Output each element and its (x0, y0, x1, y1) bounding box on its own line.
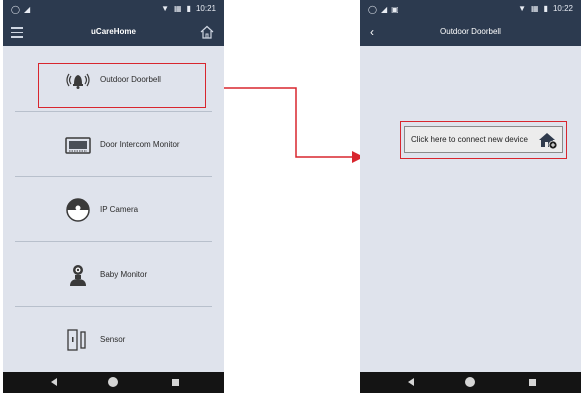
menu-item-door-intercom-monitor[interactable]: Door Intercom Monitor (3, 112, 224, 177)
android-nav-bar (360, 372, 581, 393)
vpn-key-icon: ◯ (368, 5, 377, 14)
menu-item-label: Door Intercom Monitor (100, 140, 180, 149)
menu-item-ip-camera[interactable]: IP Camera (3, 177, 224, 242)
sensor-icon (67, 329, 86, 351)
battery-icon: ▮ (543, 4, 548, 13)
baby-monitor-icon (70, 265, 86, 286)
sim-icon: ▦ (531, 4, 539, 13)
status-bar: ◯ ◢ ▼ ▦ ▮ 10:21 (3, 0, 224, 19)
signal-icon: ◢ (23, 5, 31, 14)
wifi-icon: ▼ (161, 4, 169, 13)
menu-item-sensor[interactable]: Sensor (3, 307, 224, 372)
menu-item-label: Sensor (100, 335, 126, 344)
app-bar: ‹ Outdoor Doorbell (360, 19, 581, 46)
nav-recents-icon[interactable] (172, 379, 179, 386)
menu-item-baby-monitor[interactable]: Baby Monitor (3, 242, 224, 307)
status-bar: ◯ ◢ ▣ ▼ ▦ ▮ 10:22 (360, 0, 581, 19)
notification-icons: ◯ ◢ ▣ (368, 5, 399, 14)
intercom-monitor-icon (65, 137, 91, 154)
app-title: Outdoor Doorbell (440, 27, 501, 36)
nav-home-icon[interactable] (108, 377, 118, 387)
highlight-box (38, 63, 206, 108)
wifi-icon: ▼ (518, 4, 526, 13)
app-title: uCareHome (91, 27, 136, 36)
highlight-box (400, 121, 567, 159)
signal-icon: ◢ (380, 5, 388, 14)
sim-icon: ▦ (174, 4, 182, 13)
nav-home-icon[interactable] (465, 377, 475, 387)
home-icon[interactable] (199, 24, 215, 40)
image-notification-icon: ▣ (391, 5, 399, 14)
notification-icons: ◯ ◢ (11, 5, 30, 14)
app-bar: uCareHome (3, 19, 224, 46)
battery-icon: ▮ (186, 4, 191, 13)
android-nav-bar (3, 372, 224, 393)
left-phone-screen: ◯ ◢ ▼ ▦ ▮ 10:21 uCareHome Outdoor Doorbe… (3, 0, 224, 393)
menu-item-label: Baby Monitor (100, 270, 148, 279)
status-time: 10:21 (195, 4, 216, 13)
vpn-key-icon: ◯ (11, 5, 20, 14)
right-phone-screen: ◯ ◢ ▣ ▼ ▦ ▮ 10:22 ‹ Outdoor Doorbell Cli… (360, 0, 581, 393)
nav-back-icon[interactable] (408, 378, 414, 386)
nav-recents-icon[interactable] (529, 379, 536, 386)
status-time: 10:22 (552, 4, 573, 13)
nav-back-icon[interactable] (51, 378, 57, 386)
ip-camera-icon (66, 198, 90, 222)
menu-item-label: IP Camera (100, 205, 139, 214)
